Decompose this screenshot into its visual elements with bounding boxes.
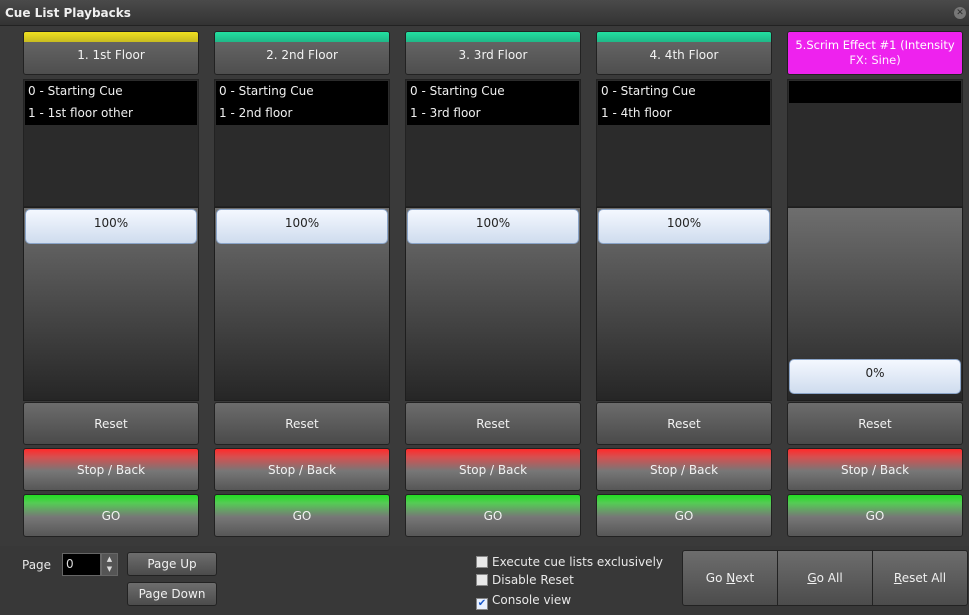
playback-header[interactable]: 4. 4th Floor: [596, 31, 772, 75]
cue-item[interactable]: 0 - Starting Cue: [407, 81, 579, 103]
playback-1: 1. 1st Floor 0 - Starting Cue 1 - 1st fl…: [23, 31, 199, 543]
playback-title: 4. 4th Floor: [649, 48, 719, 62]
cue-list[interactable]: [787, 79, 963, 207]
playback-header[interactable]: 1. 1st Floor: [23, 31, 199, 75]
playback-title: 1. 1st Floor: [77, 48, 145, 62]
fader-handle[interactable]: 100%: [598, 209, 770, 244]
reset-all-button[interactable]: Reset All: [872, 550, 968, 606]
reset-button[interactable]: Reset: [214, 402, 390, 445]
fader-handle[interactable]: 100%: [407, 209, 579, 244]
playback-3: 3. 3rd Floor 0 - Starting Cue 1 - 3rd fl…: [405, 31, 581, 543]
cue-list-empty-row: [789, 81, 961, 103]
go-button[interactable]: GO: [23, 494, 199, 537]
reset-button[interactable]: Reset: [787, 402, 963, 445]
playback-header[interactable]: 2. 2nd Floor: [214, 31, 390, 75]
color-stripe: [597, 32, 771, 42]
page-label: Page: [22, 558, 52, 572]
color-stripe: [215, 32, 389, 42]
cue-item[interactable]: 0 - Starting Cue: [216, 81, 388, 103]
go-button[interactable]: GO: [787, 494, 963, 537]
level-fader[interactable]: 100%: [405, 207, 581, 401]
disable-reset-checkbox[interactable]: Disable Reset: [476, 573, 574, 587]
playback-header[interactable]: 3. 3rd Floor: [405, 31, 581, 75]
checkbox-label: Execute cue lists exclusively: [492, 555, 663, 569]
page-spinner[interactable]: ▲ ▼: [101, 553, 118, 576]
cue-list[interactable]: 0 - Starting Cue 1 - 3rd floor: [405, 79, 581, 207]
page-down-button[interactable]: Page Down: [127, 582, 217, 606]
cue-list[interactable]: 0 - Starting Cue 1 - 2nd floor: [214, 79, 390, 207]
stop-back-button[interactable]: Stop / Back: [405, 448, 581, 491]
level-fader[interactable]: 0%: [787, 207, 963, 401]
checkmark-icon[interactable]: ✔: [476, 598, 488, 610]
playback-2: 2. 2nd Floor 0 - Starting Cue 1 - 2nd fl…: [214, 31, 390, 543]
color-stripe: [24, 32, 198, 42]
fader-handle[interactable]: 100%: [25, 209, 197, 244]
page-up-button[interactable]: Page Up: [127, 552, 217, 576]
cue-item[interactable]: 0 - Starting Cue: [25, 81, 197, 103]
fader-handle[interactable]: 100%: [216, 209, 388, 244]
cue-item[interactable]: 0 - Starting Cue: [598, 81, 770, 103]
level-fader[interactable]: 100%: [596, 207, 772, 401]
arrow-up-icon[interactable]: ▲: [102, 554, 117, 564]
playback-title: 3. 3rd Floor: [458, 48, 528, 62]
playback-4: 4. 4th Floor 0 - Starting Cue 1 - 4th fl…: [596, 31, 772, 543]
color-stripe: [406, 32, 580, 42]
fader-handle[interactable]: 0%: [789, 359, 961, 394]
cue-list[interactable]: 0 - Starting Cue 1 - 1st floor other: [23, 79, 199, 207]
close-icon[interactable]: ✕: [954, 7, 966, 19]
checkbox-label: Console view: [492, 593, 572, 607]
level-fader[interactable]: 100%: [214, 207, 390, 401]
cue-item[interactable]: 1 - 4th floor: [598, 103, 770, 125]
execute-exclusively-checkbox[interactable]: Execute cue lists exclusively: [476, 555, 663, 569]
go-button[interactable]: GO: [214, 494, 390, 537]
title-bar: Cue List Playbacks ✕: [0, 0, 969, 26]
stop-back-button[interactable]: Stop / Back: [787, 448, 963, 491]
go-all-button[interactable]: Go All: [777, 550, 873, 606]
cue-list[interactable]: 0 - Starting Cue 1 - 4th floor: [596, 79, 772, 207]
window-title: Cue List Playbacks: [5, 6, 131, 20]
reset-button[interactable]: Reset: [23, 402, 199, 445]
stop-back-button[interactable]: Stop / Back: [596, 448, 772, 491]
go-next-button[interactable]: Go Next: [682, 550, 778, 606]
level-fader[interactable]: 100%: [23, 207, 199, 401]
go-button[interactable]: GO: [596, 494, 772, 537]
checkbox-label: Disable Reset: [492, 573, 574, 587]
checkbox-icon[interactable]: [476, 556, 488, 568]
console-view-checkbox[interactable]: ✔ Console view: [476, 593, 571, 610]
go-button[interactable]: GO: [405, 494, 581, 537]
playback-header[interactable]: 5.Scrim Effect #1 (Intensity FX: Sine): [787, 31, 963, 75]
page-input[interactable]: 0: [62, 553, 101, 576]
playback-title: 5.Scrim Effect #1 (Intensity: [795, 38, 955, 52]
checkbox-icon[interactable]: [476, 574, 488, 586]
cue-item[interactable]: 1 - 1st floor other: [25, 103, 197, 125]
cue-item[interactable]: 1 - 3rd floor: [407, 103, 579, 125]
playback-title: 2. 2nd Floor: [266, 48, 338, 62]
cue-item[interactable]: 1 - 2nd floor: [216, 103, 388, 125]
playback-5: 5.Scrim Effect #1 (Intensity FX: Sine) 0…: [787, 31, 963, 543]
playback-subtitle: FX: Sine): [849, 53, 901, 67]
reset-button[interactable]: Reset: [596, 402, 772, 445]
stop-back-button[interactable]: Stop / Back: [214, 448, 390, 491]
arrow-down-icon[interactable]: ▼: [102, 564, 117, 574]
reset-button[interactable]: Reset: [405, 402, 581, 445]
stop-back-button[interactable]: Stop / Back: [23, 448, 199, 491]
